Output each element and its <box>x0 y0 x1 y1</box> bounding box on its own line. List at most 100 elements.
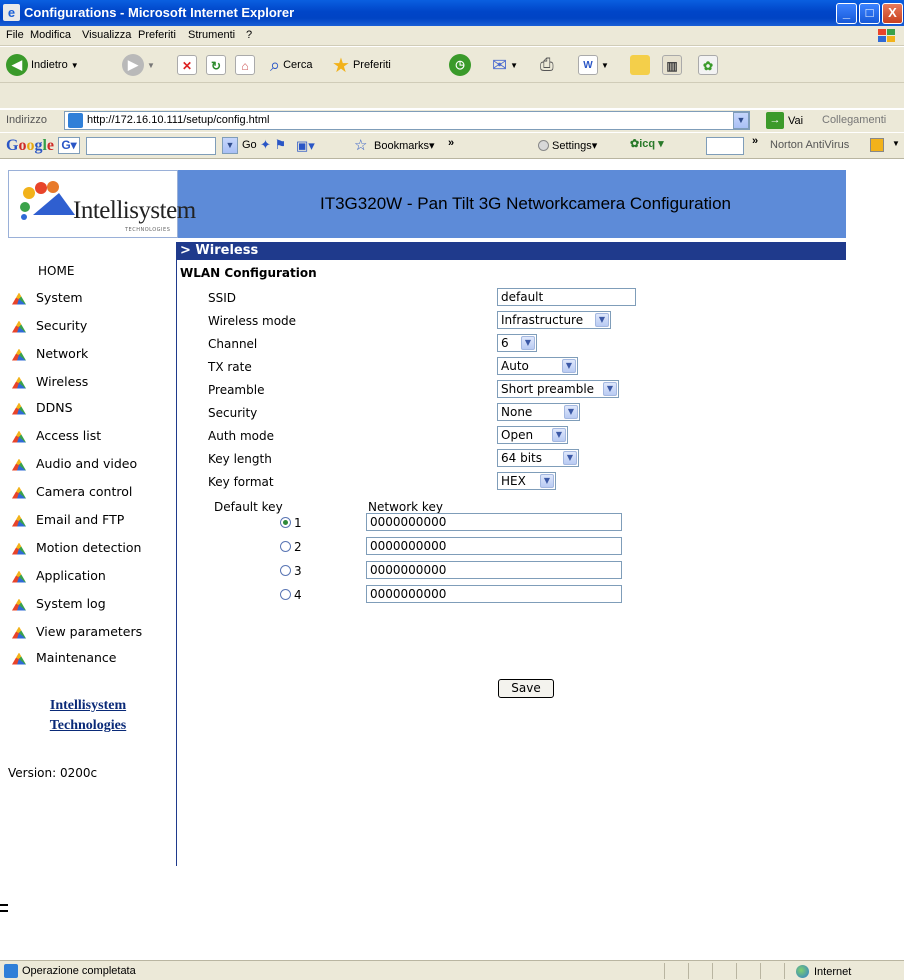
key-radio-1[interactable] <box>280 517 291 528</box>
overflow-chevron-icon[interactable]: » <box>752 135 758 147</box>
wireless-mode-select[interactable]: Infrastructure ▼ <box>497 311 611 329</box>
maximize-button[interactable]: □ <box>859 3 880 24</box>
address-dropdown-button[interactable]: ▼ <box>733 112 749 129</box>
sidebar-item-wireless[interactable]: Wireless <box>10 374 88 389</box>
menu-preferiti[interactable]: Preferiti <box>138 29 176 41</box>
key-format-select[interactable]: HEX ▼ <box>497 472 556 490</box>
menu-strumenti[interactable]: Strumenti <box>188 29 235 41</box>
sidebar-item-maintenance[interactable]: Maintenance <box>10 650 117 665</box>
back-button[interactable]: ◀ Indietro ▼ <box>6 53 79 77</box>
logo-mark-icon <box>10 319 30 333</box>
menu-visualizza[interactable]: Visualizza <box>82 29 131 41</box>
forward-button[interactable]: ▶ ▼ <box>122 53 155 77</box>
status-divider <box>688 963 689 979</box>
menu-help[interactable]: ? <box>246 29 252 41</box>
network-key-input-4[interactable]: 0000000000 <box>366 585 622 603</box>
sidebar-item-audio-video[interactable]: Audio and video <box>10 456 137 471</box>
preamble-select[interactable]: Short preamble ▼ <box>497 380 619 398</box>
globe-icon <box>796 965 809 978</box>
home-button[interactable]: ⌂ <box>235 53 255 77</box>
sidebar-item-camera-control[interactable]: Camera control <box>10 484 132 499</box>
sidebar-item-security[interactable]: Security <box>10 318 87 333</box>
sidebar-item-network[interactable]: Network <box>10 346 88 361</box>
messenger-button[interactable]: ✿ <box>698 53 718 77</box>
icq-input[interactable] <box>706 137 744 155</box>
network-key-input-3[interactable]: 0000000000 <box>366 561 622 579</box>
mail-icon: ✉ <box>492 54 508 75</box>
google-tools-icon[interactable]: ✦ ⚑ <box>260 137 286 153</box>
sidebar-item-system[interactable]: System <box>10 290 83 305</box>
sidebar-item-system-log[interactable]: System log <box>10 596 106 611</box>
go-button[interactable]: → Vai <box>766 112 803 129</box>
network-key-input-2[interactable]: 0000000000 <box>366 537 622 555</box>
overflow-chevron-icon[interactable]: » <box>448 137 454 149</box>
settings-icon <box>538 140 549 151</box>
mail-button[interactable]: ✉ ▼ <box>492 53 518 77</box>
ssid-input[interactable]: default <box>497 288 636 306</box>
chevron-down-icon[interactable]: ▼ <box>892 139 900 148</box>
sidebar-item-ddns[interactable]: DDNS <box>10 400 73 415</box>
edit-button[interactable]: W ▼ <box>578 53 609 77</box>
key-radio-3[interactable] <box>280 565 291 576</box>
save-button[interactable]: Save <box>498 679 554 698</box>
star-icon: ★ <box>332 54 350 77</box>
menu-file[interactable]: File <box>6 29 24 41</box>
google-go-button[interactable]: Go <box>242 139 257 151</box>
sidebar-item-access-list[interactable]: Access list <box>10 428 101 443</box>
company-link[interactable]: Intellisystem Technologies <box>0 696 176 736</box>
google-menu-button[interactable]: G▾ <box>58 137 80 154</box>
tx-rate-label: TX rate <box>208 360 252 374</box>
sidebar-item-label: Email and FTP <box>36 512 125 527</box>
windows-logo-icon <box>876 27 900 45</box>
popup-blocker-icon[interactable]: ▣▾ <box>296 138 315 154</box>
refresh-button[interactable]: ↻ <box>206 53 226 77</box>
sidebar-item-view-parameters[interactable]: View parameters <box>10 624 142 639</box>
bookmarks-button[interactable]: Bookmarks▾ <box>374 139 435 152</box>
auth-mode-label: Auth mode <box>208 429 274 443</box>
logo-mark-icon <box>10 597 30 611</box>
menu-modifica[interactable]: Modifica <box>30 29 71 41</box>
folder-button[interactable] <box>630 53 650 77</box>
history-icon: ◷ <box>449 54 471 76</box>
settings-button[interactable]: Settings▾ <box>538 139 597 152</box>
page-content: Intellisystem TECHNOLOGIES IT3G320W - Pa… <box>0 160 904 960</box>
search-button[interactable]: ⌕ Cerca <box>270 53 312 77</box>
channel-select[interactable]: 6 ▼ <box>497 334 537 352</box>
stop-button[interactable]: ✕ <box>177 53 197 77</box>
sidebar-item-label: Camera control <box>36 484 133 499</box>
folder-icon <box>630 55 650 75</box>
auth-mode-select[interactable]: Open ▼ <box>497 426 568 444</box>
company-link-line1: Intellisystem <box>49 698 127 713</box>
history-button[interactable]: ◷ <box>449 53 471 77</box>
stop-icon: ✕ <box>177 55 197 75</box>
close-button[interactable]: X <box>882 3 903 24</box>
icq-button[interactable]: ✿icq ▾ <box>630 137 664 150</box>
sidebar-item-home[interactable]: HOME <box>38 264 74 278</box>
logo-mark-icon <box>10 485 30 499</box>
favorites-button[interactable]: ★ Preferiti <box>332 53 391 77</box>
norton-label[interactable]: Norton AntiVirus <box>770 139 849 151</box>
sidebar-item-label: Motion detection <box>36 540 142 555</box>
tx-rate-select[interactable]: Auto ▼ <box>497 357 578 375</box>
address-input[interactable]: http://172.16.10.111/setup/config.html <box>64 111 750 130</box>
address-bar: Indirizzo http://172.16.10.111/setup/con… <box>0 110 904 132</box>
sidebar-item-motion-detection[interactable]: Motion detection <box>10 540 141 555</box>
norton-icon[interactable] <box>870 138 884 152</box>
research-button[interactable]: ▥ <box>662 53 682 77</box>
links-label[interactable]: Collegamenti <box>822 114 886 126</box>
logo-mark-icon <box>10 291 30 305</box>
security-select[interactable]: None ▼ <box>497 403 580 421</box>
sidebar-item-application[interactable]: Application <box>10 568 106 583</box>
key-radio-2[interactable] <box>280 541 291 552</box>
google-search-dropdown[interactable]: ▼ <box>222 137 238 154</box>
sidebar-item-label: Application <box>36 568 106 583</box>
print-button[interactable]: ⎙ <box>540 53 554 77</box>
network-key-input-1[interactable]: 0000000000 <box>366 513 622 531</box>
key-radio-4[interactable] <box>280 589 291 600</box>
chevron-down-icon: ▼ <box>564 405 578 419</box>
sidebar-item-email-ftp[interactable]: Email and FTP <box>10 512 124 527</box>
minimize-button[interactable]: _ <box>836 3 857 24</box>
chevron-down-icon: ▼ <box>563 451 577 465</box>
google-search-input[interactable] <box>86 137 216 155</box>
key-length-select[interactable]: 64 bits ▼ <box>497 449 579 467</box>
